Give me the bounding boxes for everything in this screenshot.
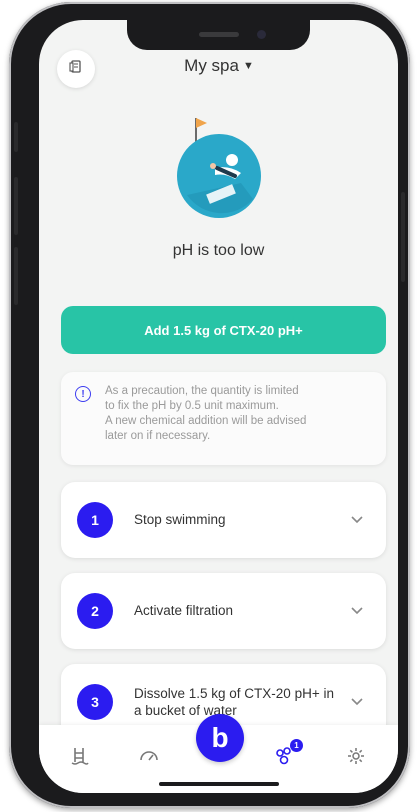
step-1-card[interactable]: 1 Stop swimming xyxy=(61,482,386,558)
nav-analysis[interactable] xyxy=(136,743,162,769)
nav-settings[interactable] xyxy=(343,743,369,769)
step-number: 1 xyxy=(77,502,113,538)
step-label: Dissolve 1.5 kg of CTX-20 pH+ in a bucke… xyxy=(134,686,334,718)
step-number: 3 xyxy=(77,684,113,720)
info-icon: ! xyxy=(75,386,91,402)
gauge-icon xyxy=(140,751,158,761)
camera xyxy=(257,30,266,39)
notch xyxy=(127,20,310,50)
step-label: Activate filtration xyxy=(134,603,234,618)
nav-pool[interactable] xyxy=(67,743,93,769)
add-chemical-button[interactable]: Add 1.5 kg of CTX-20 pH+ xyxy=(61,306,386,354)
nav-community[interactable]: 1 xyxy=(274,739,303,769)
step-label: Stop swimming xyxy=(134,512,226,527)
chevron-down-icon xyxy=(351,607,363,615)
ph-low-illustration xyxy=(177,113,267,225)
pool-ladder-icon xyxy=(71,748,89,765)
volume-down-button xyxy=(14,247,18,305)
precaution-note: ! As a precaution, the quantity is limit… xyxy=(61,372,386,465)
app-screen: My spa ▼ pH is too low Add 1.5 kg of CTX-… xyxy=(39,20,398,793)
phone-frame: My spa ▼ pH is too low Add 1.5 kg of CTX-… xyxy=(9,2,410,808)
chevron-down-icon xyxy=(351,516,363,524)
settings-icon xyxy=(348,748,364,764)
chevron-down-icon: ▼ xyxy=(242,60,254,72)
step-number: 2 xyxy=(77,593,113,629)
speaker xyxy=(199,32,239,37)
home-indicator xyxy=(159,782,279,786)
notification-badge: 1 xyxy=(290,739,303,752)
spa-selector[interactable]: My spa ▼ xyxy=(159,56,279,76)
status-message: pH is too low xyxy=(172,242,265,259)
step-2-card[interactable]: 2 Activate filtration xyxy=(61,573,386,649)
spa-name: My spa xyxy=(184,56,239,75)
power-button xyxy=(401,192,405,282)
main-action-button[interactable]: b xyxy=(196,714,244,762)
volume-up-button xyxy=(14,177,18,235)
pool-book-button[interactable] xyxy=(57,50,95,88)
precaution-text: As a precaution, the quantity is limited… xyxy=(105,385,307,442)
mute-switch xyxy=(14,122,18,152)
chevron-down-icon xyxy=(351,698,363,706)
pool-book-icon xyxy=(68,59,84,80)
